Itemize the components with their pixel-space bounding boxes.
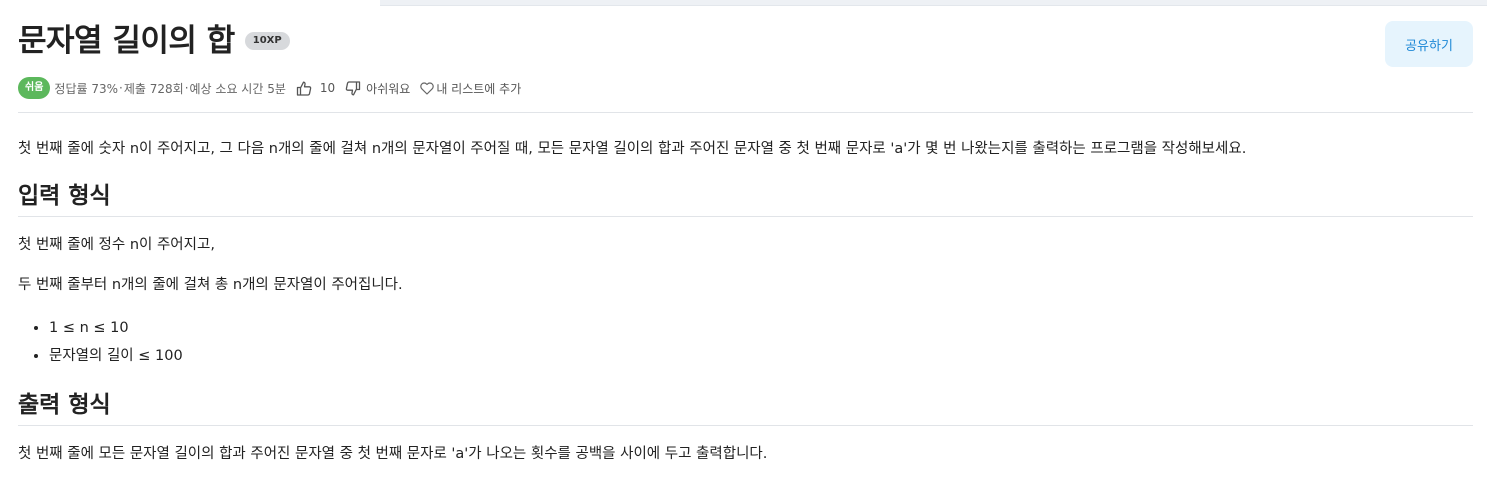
like-count: 10 (319, 81, 336, 95)
input-format-heading: 입력 형식 (18, 181, 1473, 217)
meta-separator: · (184, 81, 189, 95)
xp-badge: 10XP (244, 32, 290, 50)
heart-icon (420, 81, 435, 95)
title-row: 문자열 길이의 합 10XP (18, 21, 290, 61)
like-button[interactable]: 10 (296, 81, 335, 96)
submission-count: 제출 728회 (123, 81, 184, 96)
dislike-label: 아쉬워요 (366, 81, 411, 96)
estimated-time: 예상 소요 시간 5분 (189, 81, 286, 96)
output-format-heading: 출력 형식 (18, 390, 1473, 426)
difficulty-badge: 쉬움 (18, 77, 51, 99)
problem-intro: 첫 번째 줄에 숫자 n이 주어지고, 그 다음 n개의 줄에 걸쳐 n개의 문… (18, 141, 1247, 157)
problem-meta: 쉬움 정답률 73% · 제출 728회 · 예상 소요 시간 5분 10 아쉬… (18, 77, 521, 99)
dislike-button[interactable]: 아쉬워요 (345, 80, 410, 97)
constraints-list: 1 ≤ n ≤ 10 문자열의 길이 ≤ 100 (18, 314, 1479, 370)
accuracy-rate: 정답률 73% (54, 81, 119, 96)
output-format-line: 첫 번째 줄에 모든 문자열 길이의 합과 주어진 문자열 중 첫 번째 문자로… (18, 446, 768, 462)
problem-page: 문자열 길이의 합 10XP 공유하기 쉬움 정답률 73% · 제출 728회… (0, 0, 1487, 464)
problem-description: 첫 번째 줄에 숫자 n이 주어지고, 그 다음 n개의 줄에 걸쳐 n개의 문… (18, 139, 1479, 464)
problem-header: 문자열 길이의 합 10XP 공유하기 쉬움 정답률 73% · 제출 728회… (18, 0, 1473, 113)
add-to-list-button[interactable]: 내 리스트에 추가 (420, 80, 521, 97)
add-to-list-label: 내 리스트에 추가 (436, 81, 522, 96)
thumbs-down-icon (345, 80, 361, 95)
share-button[interactable]: 공유하기 (1385, 21, 1473, 67)
list-item: 1 ≤ n ≤ 10 (49, 314, 1479, 342)
page-title: 문자열 길이의 합 (18, 23, 235, 59)
thumbs-up-icon (296, 81, 312, 96)
input-format-line: 첫 번째 줄에 정수 n이 주어지고, (18, 237, 215, 253)
meta-separator: · (119, 81, 123, 95)
list-item: 문자열의 길이 ≤ 100 (49, 342, 1479, 370)
input-format-line: 두 번째 줄부터 n개의 줄에 걸쳐 총 n개의 문자열이 주어집니다. (18, 277, 403, 293)
